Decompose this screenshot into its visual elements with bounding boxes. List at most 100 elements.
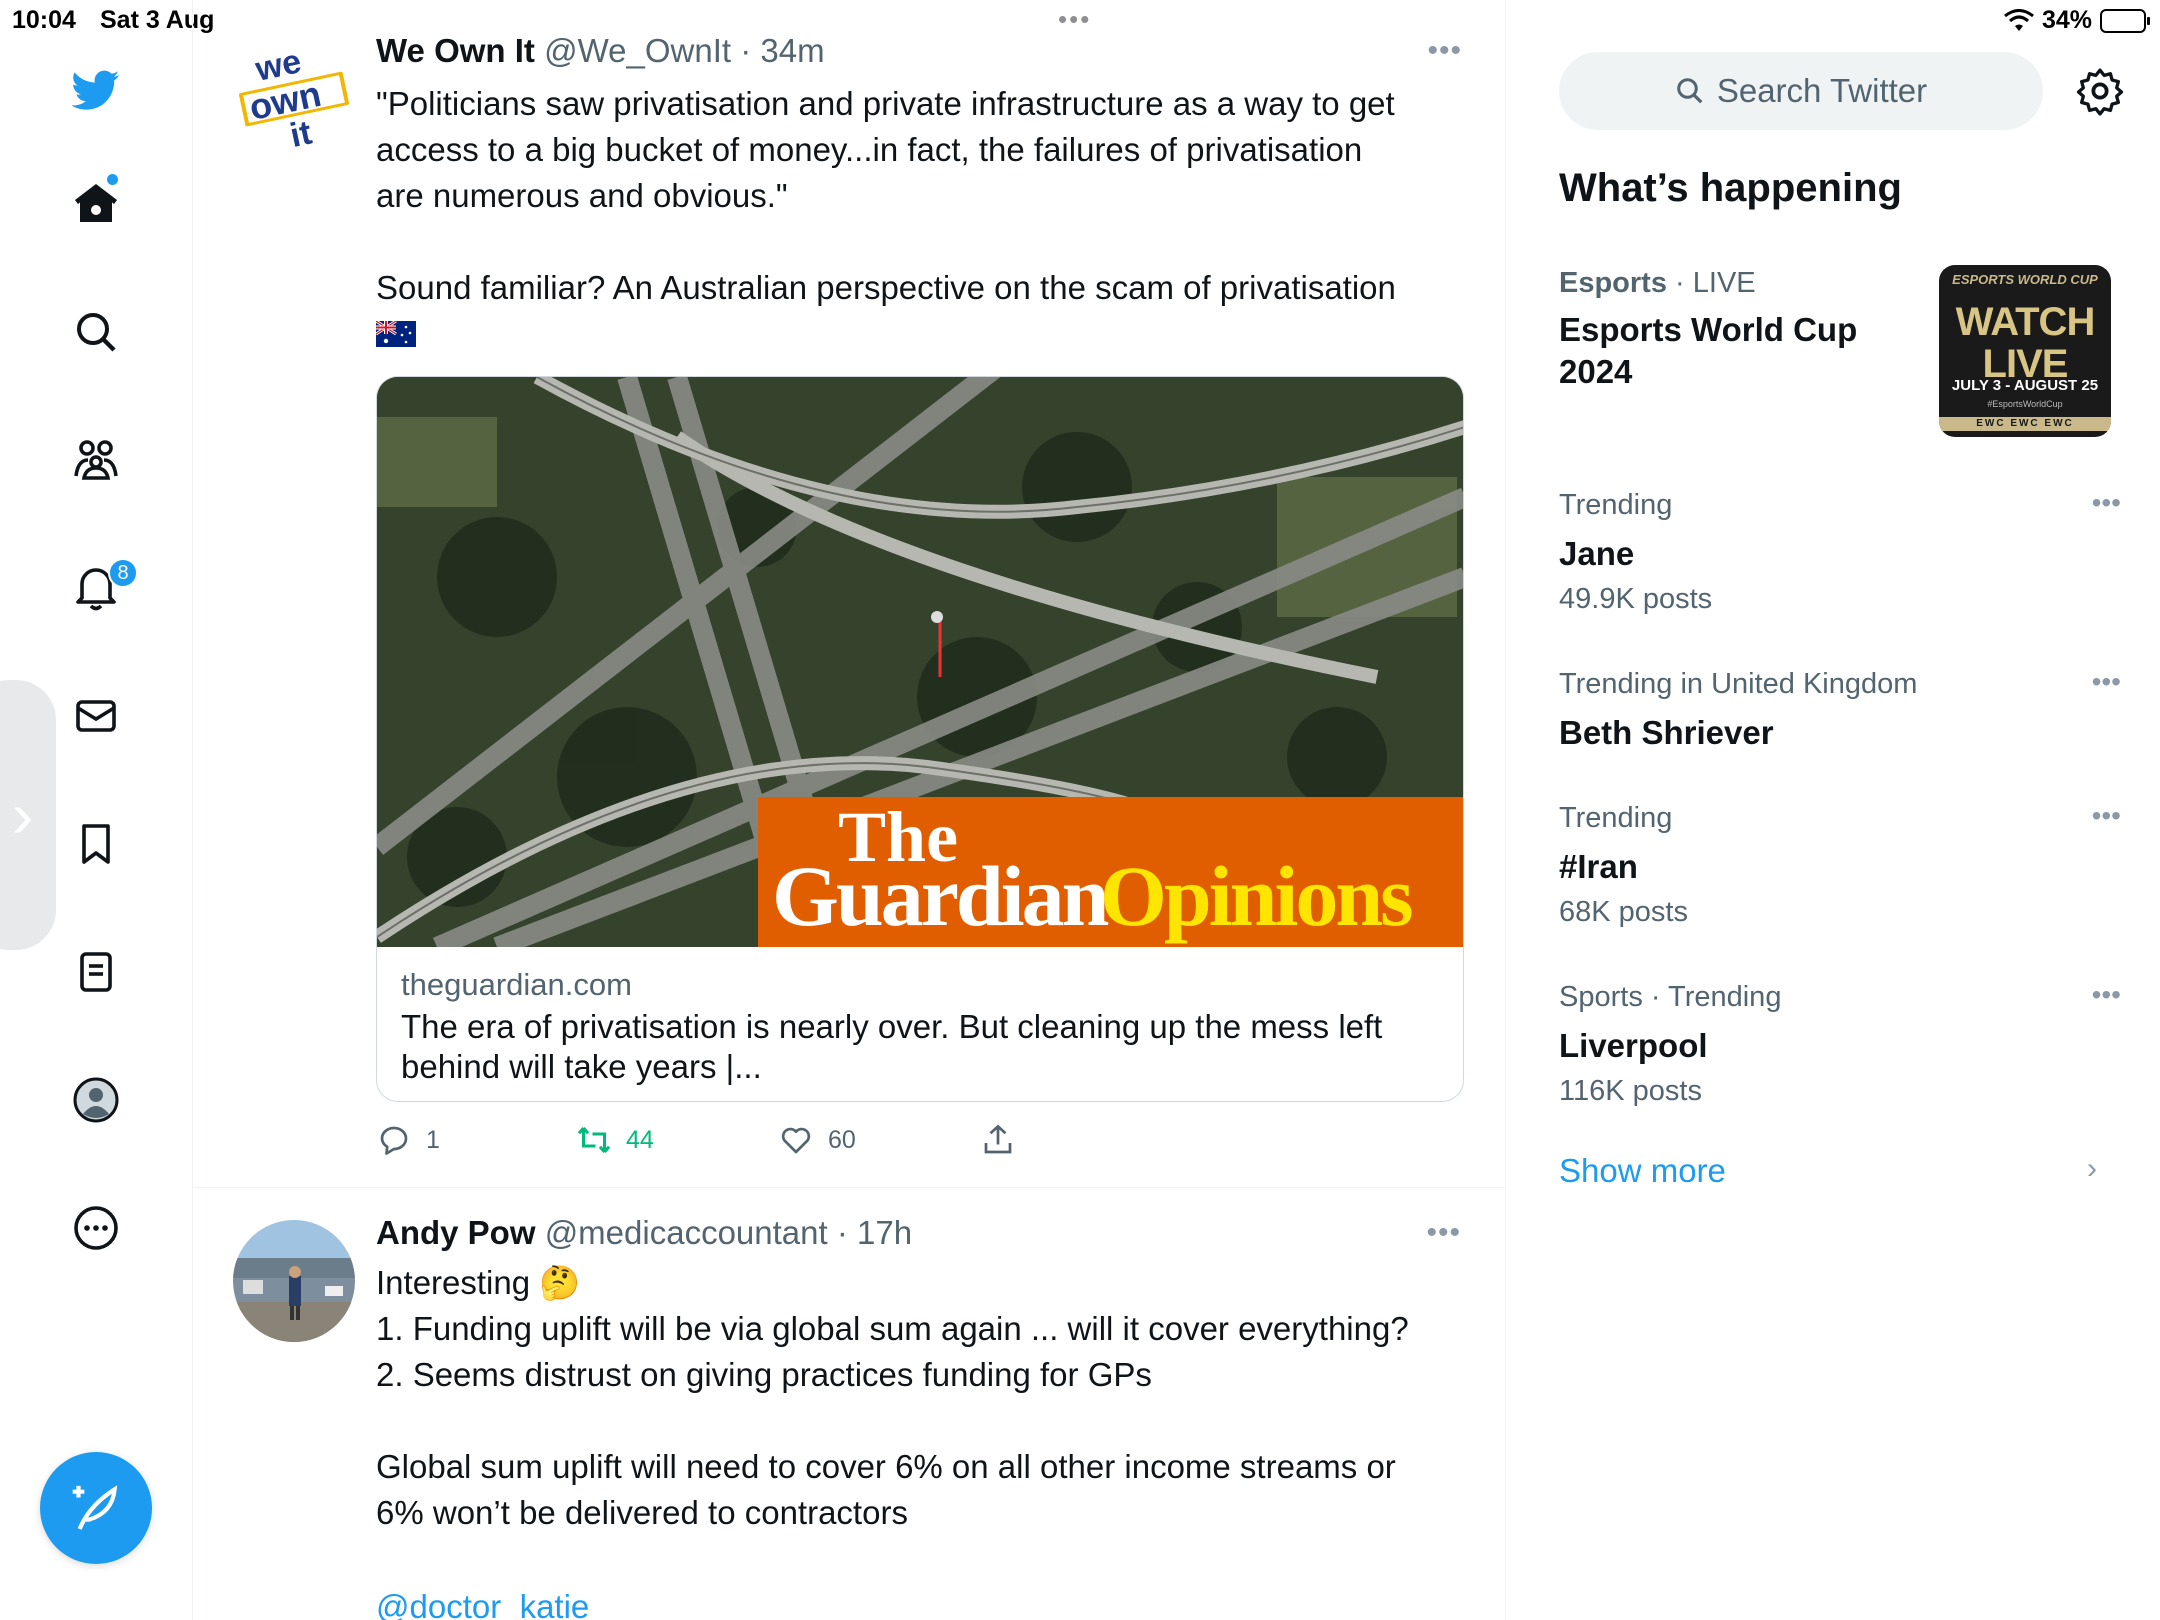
- mention-link[interactable]: @doctor_katie: [376, 1588, 589, 1620]
- search-icon: [1677, 78, 1703, 104]
- trend-more-icon[interactable]: •••: [2092, 666, 2121, 698]
- thumb-big-line1: WATCH: [1955, 300, 2096, 344]
- trend-more-icon[interactable]: •••: [2092, 800, 2121, 832]
- tweet-time[interactable]: 17h: [857, 1214, 912, 1251]
- link-card-domain: theguardian.com: [401, 967, 632, 1002]
- trend-more-icon[interactable]: •••: [2092, 487, 2121, 519]
- tweet-header: Andy Pow @medicaccountant · 17h: [376, 1214, 912, 1252]
- home-unread-dot: [107, 174, 118, 185]
- trend-item[interactable]: Esports · LIVE Esports World Cup 2024: [1559, 265, 1919, 393]
- author-name[interactable]: Andy Pow: [376, 1214, 536, 1251]
- search-input[interactable]: Search Twitter: [1559, 52, 2043, 130]
- retweet-count: 44: [626, 1125, 654, 1154]
- show-more-link[interactable]: Show more: [1559, 1152, 1726, 1190]
- tweet-line: 2. Seems distrust on giving practices fu…: [376, 1356, 1152, 1393]
- compose-tweet-button[interactable]: [40, 1452, 152, 1564]
- left-navigation: › 8: [0, 0, 193, 1620]
- tweet-line: 1. Funding uplift will be via global sum…: [376, 1310, 1409, 1347]
- separator-dot: ·: [827, 1214, 857, 1251]
- tweet-line: "Politicians saw privatisation and priva…: [376, 85, 1395, 122]
- tweet-time[interactable]: 34m: [760, 32, 824, 69]
- author-handle[interactable]: @We_OwnIt: [544, 32, 731, 69]
- explore-search-icon[interactable]: [68, 304, 124, 360]
- twitter-logo-icon[interactable]: [68, 62, 124, 118]
- retweet-icon: [577, 1127, 611, 1153]
- reply-button[interactable]: 1: [376, 1122, 440, 1158]
- author-handle[interactable]: @medicaccountant: [545, 1214, 828, 1251]
- like-count: 60: [828, 1125, 856, 1154]
- trend-thumbnail[interactable]: ESPORTS WORLD CUP WATCH LIVE JULY 3 - AUG…: [1939, 265, 2111, 437]
- trend-more-icon[interactable]: •••: [2092, 979, 2121, 1011]
- tweet-line: Global sum uplift will need to cover 6% …: [376, 1448, 1396, 1485]
- thumb-strip: EWC EWC EWC: [1939, 417, 2111, 431]
- trend-meta: Esports · LIVE: [1559, 267, 1756, 299]
- trend-category: Trending in United Kingdom: [1559, 668, 1918, 700]
- share-icon: [984, 1124, 1012, 1154]
- search-placeholder: Search Twitter: [1716, 72, 1928, 109]
- tweet[interactable]: we own it We Own It @We_OwnIt · 34m ••• …: [193, 0, 1506, 1188]
- thumb-hashtag: #EsportsWorldCup: [1987, 399, 2063, 409]
- trend-post-count: 68K posts: [1559, 896, 1688, 928]
- side-panel-handle[interactable]: ›: [0, 680, 56, 950]
- tweet-line: Interesting 🤔: [376, 1264, 581, 1301]
- trend-post-count: 116K posts: [1559, 1075, 1702, 1107]
- reply-icon: [380, 1126, 408, 1155]
- trend-item[interactable]: Trending #Iran 68K posts •••: [1559, 800, 2121, 932]
- trend-item[interactable]: Trending in United Kingdom Beth Shriever…: [1559, 666, 2121, 754]
- compose-feather-icon: [72, 1485, 118, 1530]
- trend-category: Trending: [1559, 489, 1673, 521]
- like-button[interactable]: 60: [778, 1122, 856, 1158]
- communities-icon[interactable]: [68, 432, 124, 488]
- lists-icon[interactable]: [68, 944, 124, 1000]
- reply-count: 1: [426, 1125, 440, 1154]
- trend-name: Jane: [1559, 535, 1635, 572]
- trend-name: Beth Shriever: [1559, 714, 1774, 751]
- heart-icon: [781, 1127, 811, 1154]
- trend-item[interactable]: Trending Jane 49.9K posts •••: [1559, 487, 2121, 619]
- trend-category: Sports · Trending: [1559, 981, 1782, 1013]
- section-title: What’s happening: [1559, 166, 1902, 210]
- logo-text-guardian: Guardian: [772, 848, 1109, 944]
- we-own-it-logo: we own it: [233, 38, 355, 160]
- trend-post-count: 49.9K posts: [1559, 583, 1713, 615]
- thumb-small-text: ESPORTS WORLD CUP: [1952, 272, 2098, 287]
- tweet-more-icon[interactable]: •••: [1427, 34, 1462, 68]
- tweet-actions: 1 44 60: [376, 1122, 1076, 1166]
- chevron-right-icon: ›: [2087, 1152, 2097, 1185]
- trend-name: #Iran: [1559, 848, 1638, 885]
- avatar[interactable]: we own it: [233, 38, 355, 160]
- trend-name: Esports World Cup 2024: [1559, 311, 1858, 390]
- guardian-opinions-logo: The Guardian Opinions: [758, 797, 1463, 947]
- author-name[interactable]: We Own It: [376, 32, 535, 69]
- link-card[interactable]: The Guardian Opinions theguardian.com Th…: [376, 376, 1464, 1102]
- logo-text-opinions: Opinions: [1100, 848, 1414, 944]
- settings-gear-icon[interactable]: [2075, 66, 2125, 116]
- share-button[interactable]: [980, 1122, 1016, 1158]
- bookmarks-icon[interactable]: [68, 816, 124, 872]
- trend-category: Esports: [1559, 267, 1667, 299]
- retweet-button[interactable]: 44: [576, 1122, 654, 1158]
- timeline: we own it We Own It @We_OwnIt · 34m ••• …: [193, 0, 1506, 1620]
- trend-item[interactable]: Sports · Trending Liverpool 116K posts •…: [1559, 979, 2121, 1111]
- flag-australia-icon: [375, 311, 1456, 357]
- link-card-image: The Guardian Opinions: [377, 377, 1463, 947]
- avatar[interactable]: [233, 1220, 355, 1342]
- tweet-line: Sound familiar? An Australian perspectiv…: [376, 269, 1396, 306]
- right-sidebar: Search Twitter What’s happening Esports …: [1507, 0, 2160, 1620]
- profile-avatar-icon[interactable]: [68, 1072, 124, 1128]
- home-icon[interactable]: [68, 176, 124, 232]
- messages-envelope-icon[interactable]: [68, 688, 124, 744]
- tweet-header: We Own It @We_OwnIt · 34m: [376, 32, 825, 70]
- trend-category: Trending: [1559, 802, 1673, 834]
- notification-count-badge: 8: [108, 558, 138, 588]
- tweet-line: are numerous and obvious.": [376, 177, 788, 214]
- more-options-icon[interactable]: [68, 1200, 124, 1256]
- tweet-text: "Politicians saw privatisation and priva…: [375, 81, 1456, 357]
- trend-name: Liverpool: [1559, 1027, 1708, 1064]
- thumb-big-text: WATCH LIVE: [1939, 301, 2111, 385]
- tweet-line: access to a big bucket of money...in fac…: [376, 131, 1363, 168]
- tweet-more-icon[interactable]: •••: [1426, 1216, 1461, 1250]
- trend-context: LIVE: [1692, 267, 1756, 299]
- andy-pow-avatar-photo: [233, 1220, 355, 1342]
- separator-dot: ·: [731, 32, 761, 69]
